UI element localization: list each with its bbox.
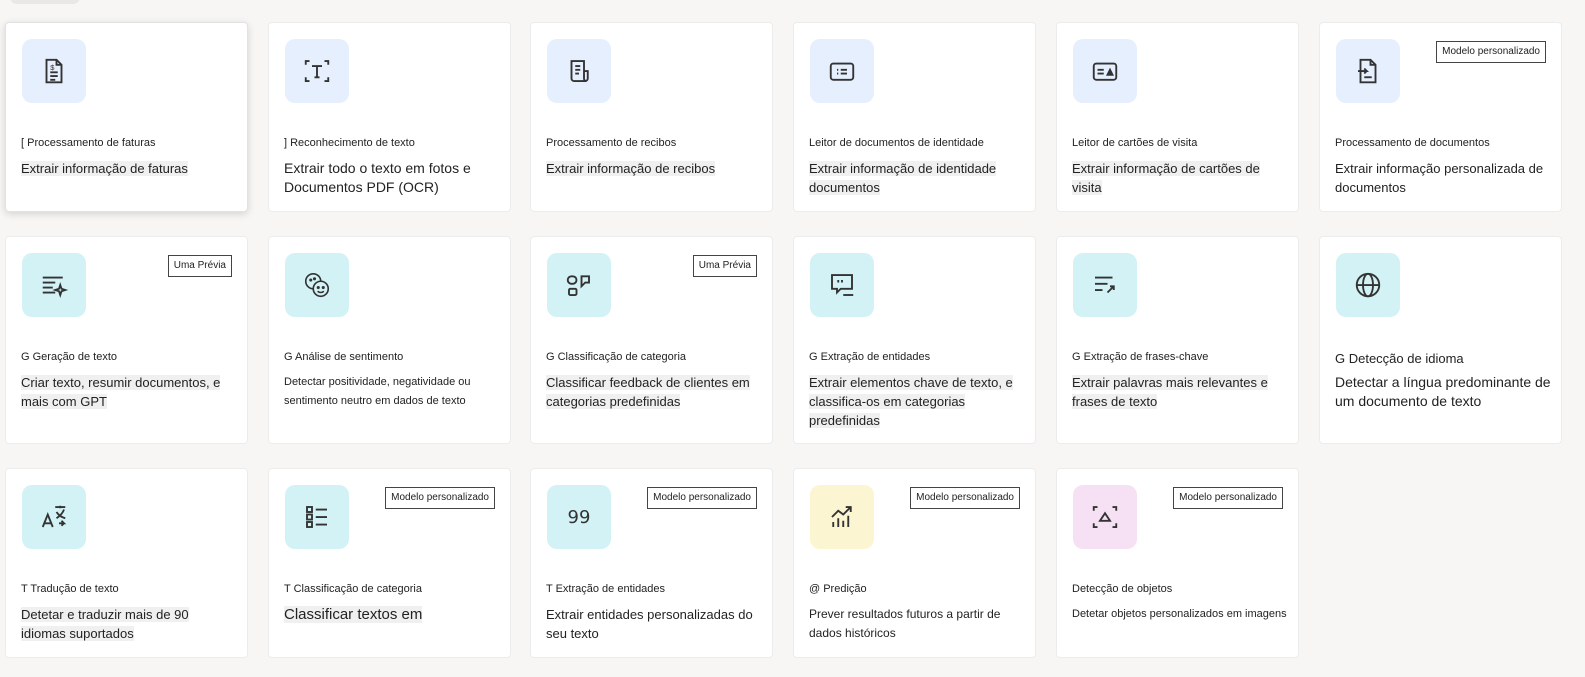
- custom-model-badge: Modelo personalizado: [385, 487, 495, 509]
- card-entity-extraction[interactable]: G Extração de entidades Extrair elemento…: [793, 236, 1036, 444]
- card-description: Extrair palavras mais relevantes e frase…: [1072, 375, 1268, 409]
- card-description: Detetar objetos personalizados em imagen…: [1072, 608, 1287, 620]
- quote-99-icon: 99: [547, 485, 611, 549]
- emoji-icon: [285, 253, 349, 317]
- card-description: Extrair todo o texto em fotos e Document…: [284, 160, 471, 195]
- card-title: Detecção de objetos: [1072, 583, 1173, 595]
- custom-model-badge: Modelo personalizado: [1173, 487, 1283, 509]
- object-detection-icon: [1073, 485, 1137, 549]
- card-description: Classificar feedback de clientes em cate…: [546, 375, 750, 409]
- card-business-card-reader[interactable]: Leitor de cartões de visita Extrair info…: [1056, 22, 1299, 212]
- card-custom-category-classification[interactable]: Modelo personalizado T Classificação de …: [268, 468, 511, 658]
- entity-extraction-icon: [810, 253, 874, 317]
- card-title: T Classificação de categoria: [284, 583, 422, 595]
- card-key-phrase-extraction[interactable]: G Extração de frases-chave Extrair palav…: [1056, 236, 1299, 444]
- card-title: Leitor de documentos de identidade: [809, 137, 984, 149]
- card-title: T Extração de entidades: [546, 583, 666, 595]
- svg-text:$: $: [50, 63, 55, 72]
- card-category-classification[interactable]: Uma Prévia G Classificação de categoria …: [530, 236, 773, 444]
- card-description: Extrair elementos chave de texto, e clas…: [809, 375, 1013, 428]
- card-description: Extrair informação de recibos: [546, 161, 716, 176]
- list-icon: [285, 485, 349, 549]
- card-description: Extrair informação de faturas: [21, 161, 188, 176]
- quote-99-glyph: 99: [567, 506, 591, 528]
- card-description: Detetar e traduzir mais de 90 idiomas su…: [21, 607, 189, 641]
- card-description: Classificar textos em: [284, 606, 423, 623]
- receipt-icon: [547, 39, 611, 103]
- card-sentiment-analysis[interactable]: G Análise de sentimento Detectar positiv…: [268, 236, 511, 444]
- business-card-icon: [1073, 39, 1137, 103]
- id-card-icon: [810, 39, 874, 103]
- card-document-processing[interactable]: Modelo personalizado Processamento de do…: [1319, 22, 1562, 212]
- card-text-translation[interactable]: T Tradução de texto Detetar e traduzir m…: [5, 468, 248, 658]
- globe-icon: [1336, 253, 1400, 317]
- card-prediction[interactable]: Modelo personalizado @ Predição Prever r…: [793, 468, 1036, 658]
- translate-icon: [22, 485, 86, 549]
- card-description: Detectar a língua predominante de um doc…: [1335, 374, 1551, 409]
- card-text-recognition[interactable]: ] Reconhecimento de texto Extrair todo o…: [268, 22, 511, 212]
- card-title: G Extração de frases-chave: [1072, 351, 1209, 363]
- invoice-icon: $: [22, 39, 86, 103]
- document-icon: [1336, 39, 1400, 103]
- card-title: Leitor de cartões de visita: [1072, 137, 1198, 149]
- card-language-detection[interactable]: G Detecção de idioma Detectar a língua p…: [1319, 236, 1562, 444]
- card-title: ] Reconhecimento de texto: [284, 137, 415, 149]
- card-invoice-processing[interactable]: $ [ Processamento de faturas Extrair inf…: [5, 22, 248, 212]
- card-title: G Classificação de categoria: [546, 351, 687, 363]
- card-title: G Detecção de idioma: [1335, 351, 1464, 366]
- custom-model-badge: Modelo personalizado: [647, 487, 757, 509]
- card-title: Processamento de documentos: [1335, 137, 1490, 149]
- card-custom-entity-extraction[interactable]: 99 Modelo personalizado T Extração de en…: [530, 468, 773, 658]
- card-description: Criar texto, resumir documentos, e mais …: [21, 375, 221, 409]
- scroll-remnant: [10, 0, 80, 4]
- preview-badge: Uma Prévia: [167, 255, 232, 277]
- card-text-generation[interactable]: Uma Prévia G Geração de texto Criar text…: [5, 236, 248, 444]
- card-id-document-reader[interactable]: Leitor de documentos de identidade Extra…: [793, 22, 1036, 212]
- custom-model-badge: Modelo personalizado: [1436, 41, 1546, 63]
- card-description: Extrair informação personalizada de docu…: [1335, 161, 1544, 195]
- key-phrase-icon: [1073, 253, 1137, 317]
- card-title: G Geração de texto: [21, 351, 117, 363]
- card-receipt-processing[interactable]: Processamento de recibos Extrair informa…: [530, 22, 773, 212]
- card-title: Processamento de recibos: [546, 137, 677, 149]
- card-title: @ Predição: [809, 583, 867, 595]
- card-description: Extrair entidades personalizadas do seu …: [546, 607, 753, 641]
- text-recognition-icon: [285, 39, 349, 103]
- preview-badge: Uma Prévia: [692, 255, 757, 277]
- card-description: Prever resultados futuros a partir de da…: [809, 607, 1001, 640]
- card-title: [ Processamento de faturas: [21, 137, 156, 149]
- card-title: G Extração de entidades: [809, 351, 931, 363]
- card-description: Detectar positividade, negatividade ou s…: [284, 376, 471, 407]
- card-title: T Tradução de texto: [21, 583, 119, 595]
- card-description: Extrair informação de identidade documen…: [809, 161, 997, 195]
- sparkle-text-icon: [22, 253, 86, 317]
- card-description: Extrair informação de cartões de visita: [1072, 161, 1260, 195]
- chart-icon: [810, 485, 874, 549]
- custom-model-badge: Modelo personalizado: [910, 487, 1020, 509]
- category-chat-icon: [547, 253, 611, 317]
- card-title: G Análise de sentimento: [284, 351, 404, 363]
- card-object-detection[interactable]: Modelo personalizado Detecção de objetos…: [1056, 468, 1299, 658]
